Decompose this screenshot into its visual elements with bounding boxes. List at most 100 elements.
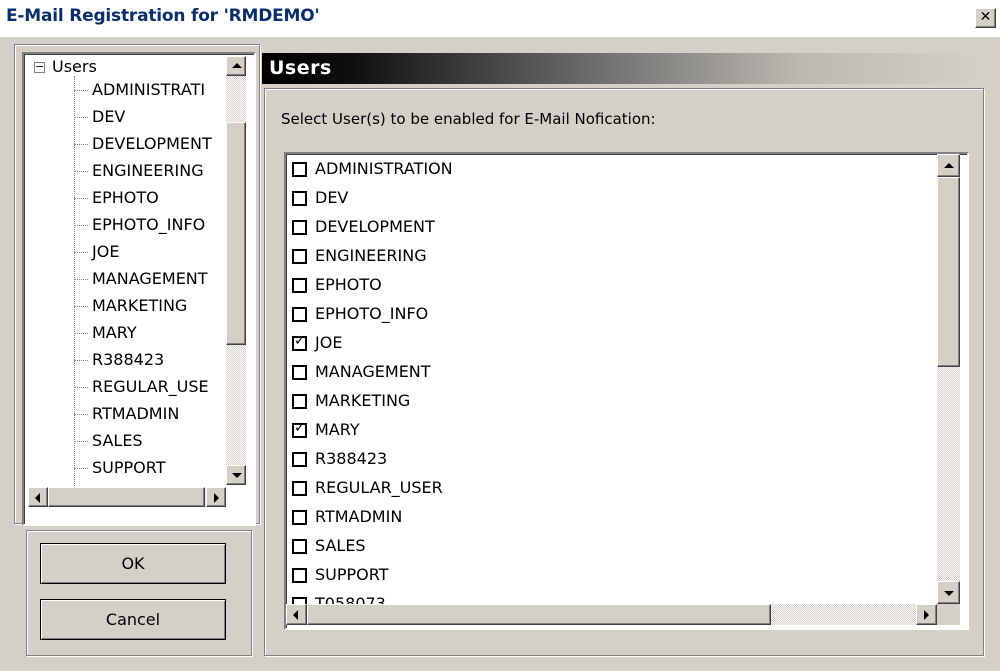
- tree-scroll-left-button[interactable]: [28, 487, 48, 507]
- users-tree[interactable]: − Users ADMINISTRATI DEV DEVELOPMENT ENGINE…: [22, 52, 256, 526]
- checklist-item-label: ADMINISTRATION: [315, 159, 453, 178]
- checkbox[interactable]: [292, 191, 307, 206]
- tree-hscroll-thumb[interactable]: [48, 487, 205, 507]
- checkbox[interactable]: [292, 481, 307, 496]
- tree-connector: [74, 144, 88, 145]
- tree-connector: [74, 90, 88, 91]
- tree-item-label[interactable]: SUPPORT: [92, 458, 165, 477]
- checklist-hscroll-thumb[interactable]: [307, 604, 771, 625]
- arrow-left-icon: [293, 610, 298, 620]
- checklist-item-label: REGULAR_USER: [315, 478, 443, 497]
- checklist-item-label: DEV: [315, 188, 349, 207]
- checkbox[interactable]: [292, 452, 307, 467]
- arrow-right-icon: [214, 493, 219, 503]
- checkbox[interactable]: [292, 510, 307, 525]
- checkbox[interactable]: [292, 278, 307, 293]
- tree-connector: [74, 117, 88, 118]
- checkbox[interactable]: [292, 220, 307, 235]
- checklist-item-label: SUPPORT: [315, 565, 389, 584]
- checklist-item-label: MANAGEMENT: [315, 362, 431, 381]
- tree-root-label[interactable]: Users: [52, 57, 97, 76]
- checkbox[interactable]: [292, 365, 307, 380]
- tree-item-label[interactable]: MARKETING: [92, 296, 187, 315]
- checklist-item-label: JOE: [315, 333, 343, 352]
- checklist-scroll-left-button[interactable]: [286, 604, 307, 625]
- tree-item-label[interactable]: RTMADMIN: [92, 404, 179, 423]
- checkbox[interactable]: [292, 249, 307, 264]
- tree-connector: [74, 468, 88, 469]
- checklist-scroll-right-button[interactable]: [916, 604, 937, 625]
- tree-item-label[interactable]: MARY: [92, 323, 137, 342]
- close-icon: ✕: [979, 9, 992, 25]
- arrow-down-icon: [944, 591, 954, 596]
- tree-connector: [74, 279, 88, 280]
- checklist-item-label: DEVELOPMENT: [315, 217, 435, 236]
- checkbox[interactable]: [292, 539, 307, 554]
- title-bar[interactable]: E-Mail Registration for 'RMDEMO' ✕: [0, 0, 1000, 37]
- tree-connector: [74, 414, 88, 415]
- checkbox[interactable]: [292, 307, 307, 322]
- checkbox[interactable]: ✓: [292, 333, 307, 351]
- arrow-left-icon: [35, 493, 40, 503]
- checkmark-icon: ✓: [294, 333, 306, 349]
- ok-button-label: OK: [121, 554, 145, 573]
- tree-item-label[interactable]: EPHOTO: [92, 188, 159, 207]
- tree-connector: [74, 171, 88, 172]
- checklist-item-label: ENGINEERING: [315, 246, 427, 265]
- tree-connector: [74, 387, 88, 388]
- instruction-text: Select User(s) to be enabled for E-Mail …: [281, 110, 656, 128]
- checkbox[interactable]: [292, 568, 307, 583]
- tree-item-label[interactable]: ADMINISTRATI: [92, 80, 205, 99]
- checklist-item-label: MARY: [315, 420, 360, 439]
- checkbox[interactable]: [292, 394, 307, 409]
- tree-item-label[interactable]: REGULAR_USE: [92, 377, 209, 396]
- tree-scroll-down-button[interactable]: [226, 465, 246, 485]
- checkbox[interactable]: ✓: [292, 420, 307, 438]
- cancel-button-label: Cancel: [105, 610, 161, 629]
- arrow-up-icon: [232, 63, 242, 68]
- tree-connector: [74, 306, 88, 307]
- checklist-item-label: MARKETING: [315, 391, 411, 410]
- ok-button[interactable]: OK: [40, 543, 226, 584]
- checklist-horizontal-scrollbar[interactable]: [286, 604, 937, 625]
- checklist-scroll-thumb[interactable]: [937, 177, 960, 367]
- checklist-scroll-up-button[interactable]: [937, 154, 960, 177]
- checklist-item-label: EPHOTO: [315, 275, 382, 294]
- checklist-vertical-scrollbar[interactable]: [937, 154, 960, 604]
- checklist-item-label: R388423: [315, 449, 388, 468]
- arrow-up-icon: [944, 163, 954, 168]
- user-checklist[interactable]: ADMINISTRATION DEV DEVELOPMENT ENGINEERING E…: [284, 152, 969, 630]
- tree-scroll-up-button[interactable]: [226, 56, 246, 76]
- checklist-item-label: EPHOTO_INFO: [315, 304, 429, 323]
- checkbox[interactable]: [292, 162, 307, 177]
- panel-header-title: Users: [269, 57, 332, 79]
- tree-horizontal-scrollbar[interactable]: [28, 487, 226, 507]
- tree-scroll-thumb[interactable]: [226, 122, 246, 345]
- tree-item-label[interactable]: DEVELOPMENT: [92, 134, 212, 153]
- checklist-scroll-down-button[interactable]: [937, 581, 960, 604]
- scrollbar-corner: [937, 604, 960, 625]
- panel-header: Users: [262, 53, 982, 84]
- tree-item-label[interactable]: JOE: [92, 242, 119, 261]
- tree-item-label[interactable]: ENGINEERING: [92, 161, 204, 180]
- close-button[interactable]: ✕: [975, 8, 996, 28]
- tree-vertical-scrollbar[interactable]: [226, 56, 246, 485]
- tree-item-label[interactable]: SALES: [92, 431, 143, 450]
- checklist-item-label: SALES: [315, 536, 366, 555]
- window-title: E-Mail Registration for 'RMDEMO': [6, 6, 320, 26]
- checkmark-icon: ✓: [294, 420, 306, 436]
- tree-connector: [74, 360, 88, 361]
- collapse-icon[interactable]: −: [34, 61, 45, 73]
- tree-scroll-right-button[interactable]: [206, 487, 226, 507]
- cancel-button[interactable]: Cancel: [40, 599, 226, 640]
- checklist-item-label: RTMADMIN: [315, 507, 403, 526]
- tree-item-label[interactable]: EPHOTO_INFO: [92, 215, 205, 234]
- tree-connector: [74, 441, 88, 442]
- arrow-down-icon: [232, 473, 242, 478]
- tree-item-label[interactable]: R388423: [92, 350, 164, 369]
- arrow-right-icon: [924, 610, 929, 620]
- tree-item-label[interactable]: DEV: [92, 107, 125, 126]
- tree-connector: [74, 225, 88, 226]
- tree-connector: [74, 333, 88, 334]
- tree-item-label[interactable]: MANAGEMENT: [92, 269, 208, 288]
